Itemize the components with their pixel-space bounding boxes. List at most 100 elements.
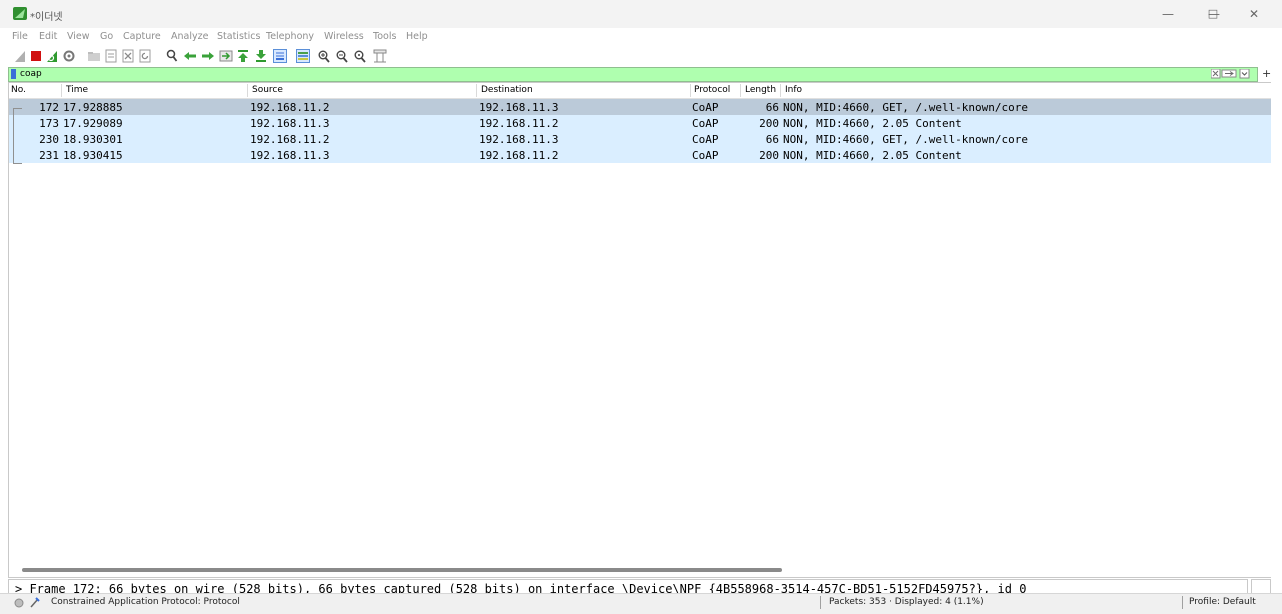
menu-analyze[interactable]: Analyze <box>171 31 208 42</box>
related-packets-indicator <box>13 108 22 164</box>
column-no[interactable]: No. <box>11 85 26 95</box>
cell-source: 192.168.11.2 <box>250 101 330 114</box>
window-title: *이더넷 <box>30 12 63 23</box>
filter-dropdown-icon <box>1239 69 1250 79</box>
status-profile[interactable]: Profile: Default <box>1189 597 1256 607</box>
title-bar: *이더넷 — — □ ✕ <box>0 0 1282 28</box>
cell-destination: 192.168.11.3 <box>479 133 559 146</box>
first-packet-icon[interactable] <box>237 49 249 63</box>
last-packet-icon[interactable] <box>255 49 267 63</box>
restart-capture-icon[interactable] <box>46 49 58 63</box>
clear-filter-icon <box>1211 69 1221 79</box>
packet-list-pane[interactable]: No. Time Source Destination Protocol Len… <box>8 82 1271 578</box>
filter-bookmark-icon[interactable] <box>11 69 16 79</box>
packet-row[interactable]: 173 17.929089 192.168.11.3 192.168.11.2 … <box>9 115 1271 131</box>
cell-time: 18.930415 <box>63 149 123 162</box>
cell-source: 192.168.11.2 <box>250 133 330 146</box>
packet-list-scrollbar[interactable] <box>16 566 1270 574</box>
detail-frame-line[interactable]: > Frame 172: 66 bytes on wire (528 bits)… <box>15 582 1026 593</box>
packet-details-pane[interactable]: > Frame 172: 66 bytes on wire (528 bits)… <box>8 579 1248 593</box>
menu-wireless[interactable]: Wireless <box>324 31 364 42</box>
filter-controls <box>1211 69 1250 79</box>
cell-no: 173 <box>39 117 59 130</box>
packet-row[interactable]: 230 18.930301 192.168.11.2 192.168.11.3 … <box>9 131 1271 147</box>
column-protocol[interactable]: Protocol <box>694 85 730 95</box>
zoom-in-icon[interactable] <box>318 49 330 63</box>
cell-length: 66 <box>765 133 779 146</box>
main-toolbar <box>0 45 1282 67</box>
status-packet-count: Packets: 353 · Displayed: 4 (1.1%) <box>829 597 984 607</box>
apply-filter-icon <box>1221 69 1237 78</box>
cell-protocol: CoAP <box>692 101 719 114</box>
reload-icon[interactable] <box>139 49 151 63</box>
cell-info: NON, MID:4660, GET, /.well-known/core <box>783 133 1029 146</box>
close-button[interactable]: ✕ <box>1244 6 1264 22</box>
cell-info: NON, MID:4660, 2.05 Content <box>783 149 962 162</box>
zoom-normal-icon[interactable] <box>354 49 366 63</box>
cell-source: 192.168.11.3 <box>250 149 330 162</box>
cell-info: NON, MID:4660, GET, /.well-known/core <box>783 101 1029 114</box>
cell-no: 230 <box>39 133 59 146</box>
shark-fin-icon[interactable] <box>14 49 26 63</box>
cell-protocol: CoAP <box>692 117 719 130</box>
cell-protocol: CoAP <box>692 133 719 146</box>
details-side-panel <box>1251 579 1271 593</box>
cell-source: 192.168.11.3 <box>250 117 330 130</box>
cell-info: NON, MID:4660, 2.05 Content <box>783 117 962 130</box>
capture-comment-icon[interactable] <box>30 597 40 608</box>
packet-row[interactable]: 231 18.930415 192.168.11.3 192.168.11.2 … <box>9 147 1271 163</box>
cell-length: 66 <box>765 101 779 114</box>
menu-help[interactable]: Help <box>406 31 428 42</box>
maximize-button[interactable]: □ <box>1203 6 1223 22</box>
cell-time: 18.930301 <box>63 133 123 146</box>
close-file-icon[interactable] <box>122 49 134 63</box>
column-destination[interactable]: Destination <box>481 85 533 95</box>
wireshark-logo-icon <box>13 7 27 20</box>
status-protocol-text: Constrained Application Protocol: Protoc… <box>51 597 240 607</box>
menu-view[interactable]: View <box>67 31 90 42</box>
menu-capture[interactable]: Capture <box>123 31 161 42</box>
colorize-icon[interactable] <box>296 49 310 63</box>
cell-length: 200 <box>759 149 779 162</box>
menu-statistics[interactable]: Statistics <box>217 31 260 42</box>
packet-list-header: No. Time Source Destination Protocol Len… <box>9 83 1271 99</box>
find-icon[interactable] <box>166 49 178 63</box>
cell-time: 17.929089 <box>63 117 123 130</box>
column-info[interactable]: Info <box>785 85 802 95</box>
expert-info-icon[interactable] <box>14 598 24 608</box>
zoom-out-icon[interactable] <box>336 49 348 63</box>
cell-no: 172 <box>39 101 59 114</box>
display-filter-input[interactable]: coap <box>20 68 42 80</box>
back-icon[interactable] <box>183 49 197 63</box>
cell-time: 17.928885 <box>63 101 123 114</box>
menu-edit[interactable]: Edit <box>39 31 57 42</box>
packet-row[interactable]: 172 17.928885 192.168.11.2 192.168.11.3 … <box>9 99 1271 115</box>
scrollbar-thumb[interactable] <box>22 568 782 572</box>
cell-destination: 192.168.11.2 <box>479 149 559 162</box>
minimize-icon[interactable]: — <box>1158 6 1178 22</box>
add-filter-button[interactable]: + <box>1262 67 1271 80</box>
go-to-packet-icon[interactable] <box>219 49 233 63</box>
display-filter-bar[interactable]: coap <box>8 67 1258 82</box>
menu-telephony[interactable]: Telephony <box>266 31 314 42</box>
options-gear-icon[interactable] <box>63 49 75 63</box>
column-length[interactable]: Length <box>745 85 776 95</box>
menu-go[interactable]: Go <box>100 31 113 42</box>
cell-destination: 192.168.11.2 <box>479 117 559 130</box>
column-time[interactable]: Time <box>66 85 88 95</box>
cell-length: 200 <box>759 117 779 130</box>
menu-bar: File Edit View Go Capture Analyze Statis… <box>0 28 1282 45</box>
resize-columns-icon[interactable] <box>373 49 387 63</box>
open-file-icon[interactable] <box>87 49 101 63</box>
cell-destination: 192.168.11.3 <box>479 101 559 114</box>
status-bar: Constrained Application Protocol: Protoc… <box>0 593 1282 614</box>
menu-file[interactable]: File <box>12 31 28 42</box>
forward-icon[interactable] <box>201 49 215 63</box>
stop-capture-icon[interactable] <box>30 49 42 63</box>
cell-protocol: CoAP <box>692 149 719 162</box>
menu-tools[interactable]: Tools <box>373 31 396 42</box>
autoscroll-icon[interactable] <box>273 49 287 63</box>
cell-no: 231 <box>39 149 59 162</box>
save-file-icon[interactable] <box>105 49 117 63</box>
column-source[interactable]: Source <box>252 85 283 95</box>
